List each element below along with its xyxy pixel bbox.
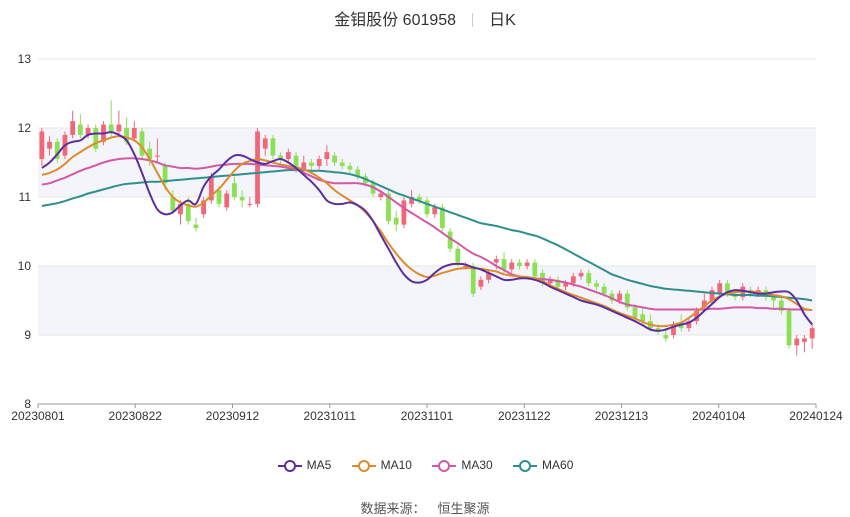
candle-body bbox=[93, 128, 99, 149]
candle-body bbox=[378, 193, 384, 197]
legend-label-ma10: MA10 bbox=[380, 458, 412, 473]
legend-marker-ma5 bbox=[277, 460, 302, 473]
candle-body bbox=[517, 262, 522, 266]
candle-body bbox=[255, 131, 260, 204]
candle-body bbox=[455, 248, 461, 263]
source-label: 数据来源： bbox=[360, 501, 426, 516]
grid-lines bbox=[38, 58, 816, 405]
candle-body bbox=[285, 152, 291, 160]
x-tick-label: 20231101 bbox=[401, 409, 454, 423]
y-tick-label: 9 bbox=[24, 328, 31, 342]
legend: MA5 MA10 MA30 MA60 bbox=[0, 458, 850, 473]
candle-body bbox=[802, 338, 807, 342]
y-tick-label: 12 bbox=[18, 121, 32, 135]
candle-body bbox=[270, 138, 276, 156]
candle-body bbox=[493, 259, 499, 263]
candle-body bbox=[509, 262, 515, 270]
source-name: 恒生聚源 bbox=[437, 501, 490, 516]
x-tick-label: 20230801 bbox=[11, 409, 65, 423]
candle-body bbox=[617, 293, 622, 301]
candle-body bbox=[216, 190, 222, 204]
candle-body bbox=[155, 155, 160, 157]
candle-body bbox=[601, 286, 607, 294]
candle-body bbox=[239, 197, 245, 201]
candle-body bbox=[224, 193, 230, 208]
y-tick-label: 13 bbox=[18, 52, 32, 66]
legend-item-ma30[interactable]: MA30 bbox=[431, 458, 493, 473]
candle-body bbox=[432, 207, 438, 215]
candle-body bbox=[393, 217, 399, 225]
candle-body bbox=[262, 138, 268, 149]
candle-body bbox=[586, 272, 592, 284]
candle-body bbox=[401, 200, 407, 225]
candle-body bbox=[786, 310, 792, 346]
candle-body bbox=[332, 155, 337, 163]
legend-label-ma5: MA5 bbox=[306, 458, 332, 473]
x-tick-label: 20231213 bbox=[595, 409, 649, 423]
candle-body bbox=[771, 297, 777, 301]
legend-marker-ma30 bbox=[432, 460, 457, 473]
candle-body bbox=[347, 165, 353, 170]
candle-body bbox=[594, 283, 599, 287]
candle-body bbox=[570, 276, 576, 284]
x-tick-label: 20230822 bbox=[109, 409, 163, 423]
legend-item-ma10[interactable]: MA10 bbox=[351, 458, 412, 473]
data-source: 数据来源： 恒生聚源 bbox=[0, 498, 850, 517]
candle-body bbox=[47, 141, 52, 149]
y-axis: 8910111213 bbox=[18, 52, 32, 411]
candle-body bbox=[247, 203, 253, 205]
legend-marker-ma10 bbox=[351, 460, 376, 473]
candle-body bbox=[70, 121, 76, 135]
candle-body bbox=[324, 152, 330, 160]
candle-body bbox=[131, 128, 137, 139]
candle-body bbox=[77, 124, 83, 135]
x-tick-label: 20230912 bbox=[206, 409, 260, 423]
candle-body bbox=[39, 131, 45, 160]
candle-body bbox=[632, 307, 638, 318]
legend-item-ma60[interactable]: MA60 bbox=[512, 458, 573, 473]
candle-body bbox=[193, 224, 199, 229]
x-tick-label: 20240124 bbox=[789, 409, 843, 423]
candle-body bbox=[524, 262, 530, 266]
candle-body bbox=[470, 266, 476, 294]
y-tick-label: 10 bbox=[18, 259, 32, 273]
x-tick-label: 20231011 bbox=[304, 409, 357, 423]
candle-body bbox=[663, 335, 669, 339]
candle-body bbox=[116, 124, 122, 132]
candle-body bbox=[578, 272, 584, 277]
x-tick-label: 20240104 bbox=[692, 409, 746, 423]
candle-body bbox=[717, 283, 723, 294]
legend-marker-ma60 bbox=[513, 460, 538, 473]
legend-label-ma60: MA60 bbox=[542, 458, 574, 473]
candle-body bbox=[108, 124, 114, 132]
candle-body bbox=[478, 279, 484, 287]
candle-body bbox=[316, 159, 322, 166]
candle-body bbox=[532, 262, 538, 277]
candle-body bbox=[339, 162, 345, 166]
legend-item-ma5[interactable]: MA5 bbox=[277, 458, 332, 473]
candle-body bbox=[139, 131, 145, 156]
x-axis: 20230801 20230822 20230912 20231011 20231101… bbox=[11, 403, 843, 423]
y-tick-label: 11 bbox=[19, 190, 32, 204]
candle-body bbox=[309, 162, 314, 166]
x-tick-label: 20231122 bbox=[498, 409, 551, 423]
legend-label-ma30: MA30 bbox=[461, 458, 493, 473]
candle-body bbox=[809, 328, 815, 339]
plot-background bbox=[38, 128, 816, 335]
candle-body bbox=[794, 338, 800, 346]
candlestick-chart: 8910111213 20230801 20230822 20230912 20231… bbox=[11, 52, 843, 423]
candle-body bbox=[501, 259, 507, 270]
candle-body bbox=[232, 183, 237, 197]
